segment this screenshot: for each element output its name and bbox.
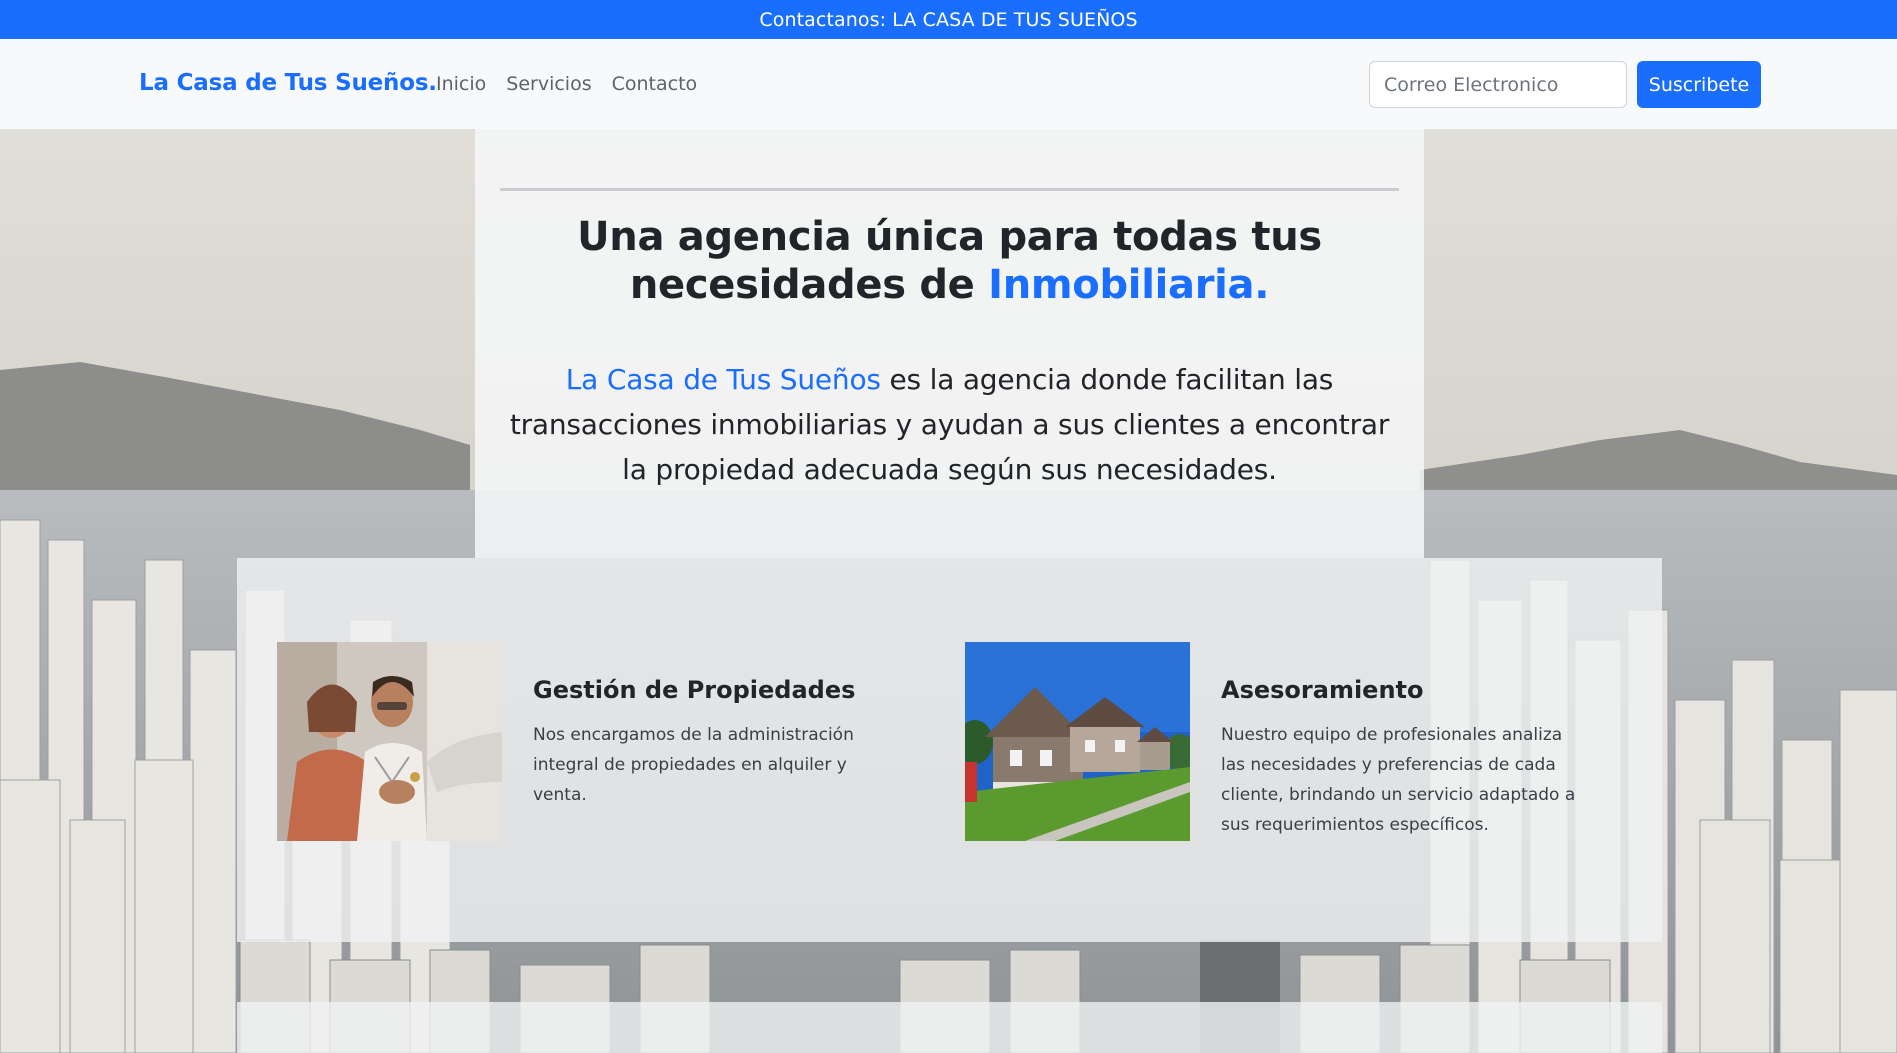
couple-receiving-keys-photo [277, 642, 502, 841]
nav-link-servicios[interactable]: Servicios [506, 73, 591, 95]
nav-link-contacto[interactable]: Contacto [612, 73, 698, 95]
email-input[interactable] [1369, 61, 1627, 108]
subscribe-button[interactable]: Suscribete [1637, 61, 1761, 108]
next-section-panel [237, 1002, 1662, 1053]
service-desc-gestion: Nos encargamos de la administración inte… [533, 725, 854, 805]
hero-description-accent: La Casa de Tus Sueños [565, 363, 881, 396]
top-contact-bar: Contactanos: LA CASA DE TUS SUEÑOS [0, 0, 1897, 39]
hero-title: Una agencia única para todas tus necesid… [495, 213, 1404, 309]
nav-links: Inicio Servicios Contacto [436, 73, 697, 95]
service-desc-asesoramiento: Nuestro equipo de profesionales analiza … [1221, 725, 1576, 835]
suburban-houses-photo [965, 642, 1190, 841]
navbar: La Casa de Tus Sueños. Inicio Servicios … [0, 39, 1897, 129]
hero-divider [500, 188, 1399, 191]
hero-description: La Casa de Tus Sueños es la agencia dond… [495, 357, 1404, 492]
contact-banner-text: Contactanos: LA CASA DE TUS SUEÑOS [759, 8, 1138, 31]
service-title-gestion: Gestión de Propiedades [533, 676, 856, 704]
services-panel: Gestión de Propiedades Nos encargamos de… [237, 558, 1662, 942]
hero-panel: Una agencia única para todas tus necesid… [475, 129, 1424, 558]
brand-logo-link[interactable]: La Casa de Tus Sueños. [139, 70, 437, 96]
service-title-asesoramiento: Asesoramiento [1221, 676, 1424, 704]
nav-link-inicio[interactable]: Inicio [436, 73, 486, 95]
hero-title-accent: Inmobiliaria. [988, 262, 1270, 308]
subscribe-form: Suscribete [1369, 61, 1761, 108]
